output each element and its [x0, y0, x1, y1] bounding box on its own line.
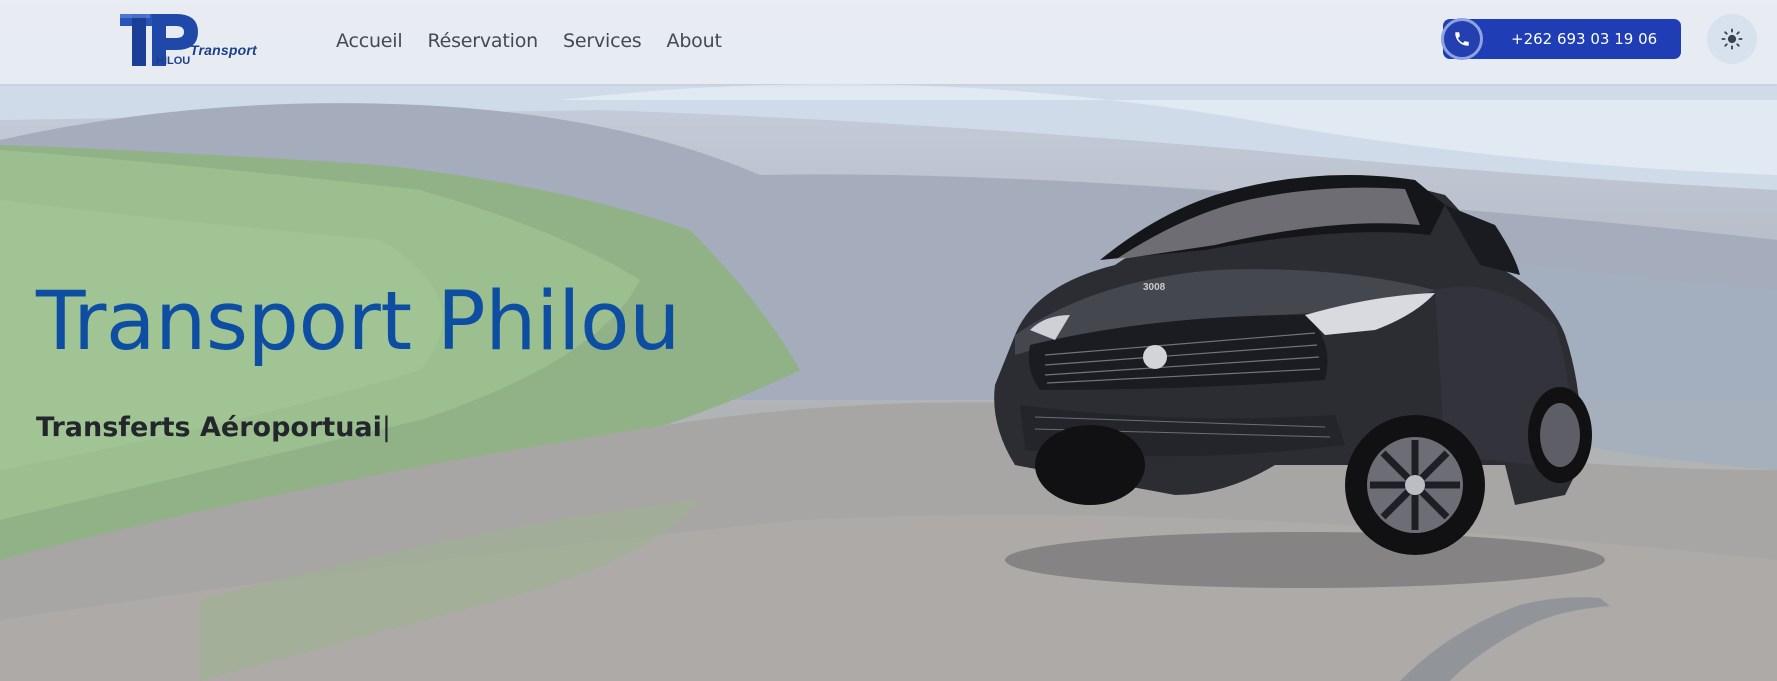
logo[interactable]: Transport HILOU [118, 10, 258, 70]
phone-icon [1441, 18, 1483, 60]
nav-item-accueil[interactable]: Accueil [336, 30, 403, 52]
hero-subtitle: Transferts Aéroportuai| [36, 412, 391, 443]
nav-item-reservation[interactable]: Réservation [427, 30, 538, 52]
navbar: Transport HILOU Accueil Réservation Serv… [0, 0, 1777, 84]
car-image: 3008 [994, 175, 1605, 588]
typing-caret: | [381, 412, 392, 443]
phone-number: +262 693 03 19 06 [1511, 30, 1658, 48]
typed-text: Transferts Aéroportuai [36, 412, 382, 443]
sun-icon [1721, 28, 1743, 50]
logo-subtext: HILOU [156, 55, 191, 67]
main-nav: Accueil Réservation Services About [336, 26, 722, 56]
hero-title: Transport Philou [36, 275, 680, 369]
phone-call-button[interactable]: +262 693 03 19 06 [1441, 18, 1681, 60]
nav-item-services[interactable]: Services [563, 30, 642, 52]
car-model-badge: 3008 [1143, 282, 1166, 293]
theme-toggle-button[interactable] [1707, 14, 1757, 64]
logo-text: Transport [190, 42, 257, 58]
nav-item-about[interactable]: About [667, 30, 722, 52]
